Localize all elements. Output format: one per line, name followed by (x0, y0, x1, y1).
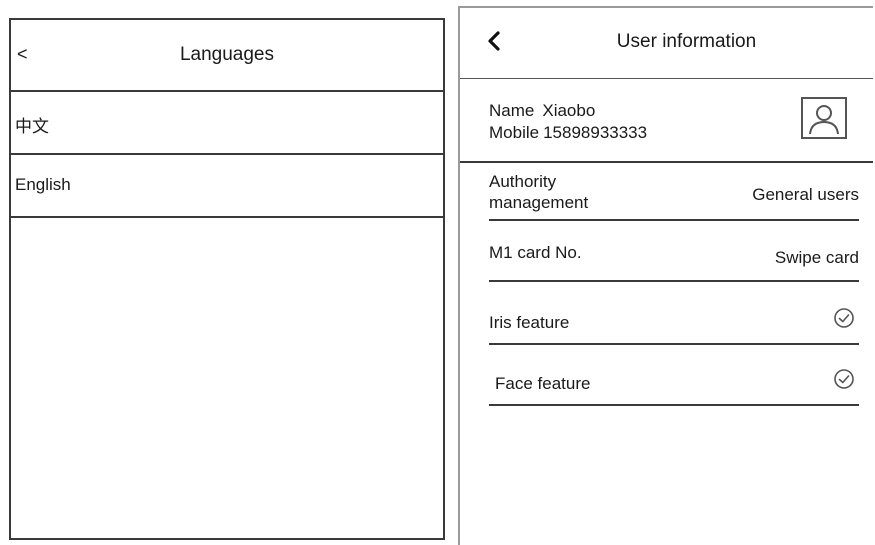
row-label: M1 card No. (489, 243, 582, 262)
languages-header: < Languages (11, 20, 443, 92)
check-circle-icon (834, 308, 854, 328)
language-label: 中文 (15, 117, 49, 136)
row-label: Iris feature (489, 313, 570, 332)
user-info-panel: User information Name Xiaobo Mobile 158989… (458, 6, 873, 545)
user-info-header: User information (460, 8, 873, 79)
mobile-label: Mobile (489, 123, 540, 142)
mobile-line: Mobile 15898933333 (489, 123, 647, 143)
row-value: Swipe card (774, 248, 859, 267)
mobile-value: 15898933333 (543, 123, 648, 142)
page-title: Languages (179, 44, 275, 65)
language-item-english[interactable]: English (11, 155, 443, 218)
name-line: Name Xiaobo (489, 101, 595, 121)
back-button[interactable]: < (17, 44, 28, 65)
row-label: Face feature (495, 374, 591, 393)
language-label: English (15, 175, 71, 194)
row-label: Authority management (489, 172, 589, 212)
authority-management-row[interactable]: Authority management General users (489, 171, 859, 221)
screen: < Languages 中文 English User information … (0, 0, 875, 545)
name-label: Name (489, 101, 535, 120)
row-value: General users (752, 185, 859, 204)
face-feature-row[interactable]: Face feature (489, 364, 859, 406)
page-title: User information (616, 31, 757, 52)
iris-feature-row[interactable]: Iris feature (489, 303, 859, 345)
check-circle-icon (834, 369, 854, 389)
profile-summary: Name Xiaobo Mobile 15898933333 (460, 79, 873, 163)
language-item-chinese[interactable]: 中文 (11, 92, 443, 155)
user-portrait-icon[interactable] (800, 96, 848, 140)
languages-panel: < Languages 中文 English (9, 18, 445, 540)
chevron-left-icon[interactable] (486, 30, 502, 52)
name-value: Xiaobo (542, 101, 596, 120)
m1-card-row[interactable]: M1 card No. Swipe card (489, 240, 859, 282)
